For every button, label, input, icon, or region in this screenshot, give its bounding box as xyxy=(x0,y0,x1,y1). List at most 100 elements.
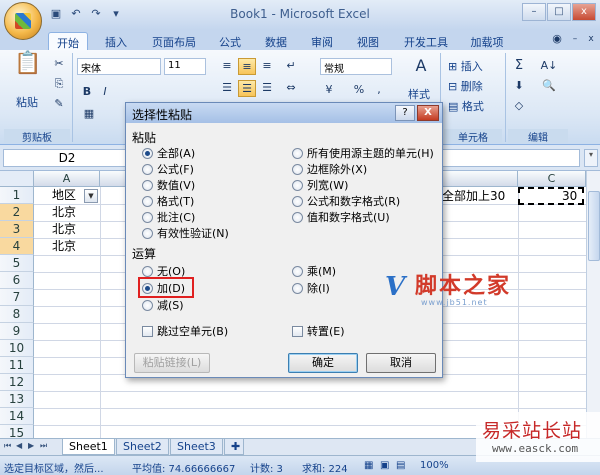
operation-subtract[interactable]: 减(S) xyxy=(142,298,184,312)
row-header[interactable]: 14 xyxy=(0,408,34,425)
row-header[interactable]: 10 xyxy=(0,340,34,357)
styles-button[interactable]: 样式 xyxy=(408,86,430,102)
tab-home[interactable]: 开始 xyxy=(48,32,88,50)
format-cells-button[interactable]: ▤ 格式 xyxy=(448,98,484,114)
comma-button[interactable]: , xyxy=(370,82,388,99)
maximize-button[interactable]: □ xyxy=(547,3,571,21)
normal-view-icon[interactable]: ▦ xyxy=(364,460,373,471)
first-sheet-icon[interactable]: ⏮ xyxy=(4,441,11,451)
delete-cells-button[interactable]: ⊟ 删除 xyxy=(448,78,483,94)
styles-icon[interactable]: A xyxy=(410,58,432,80)
paste-link-button[interactable]: 粘贴链接(L) xyxy=(134,353,210,373)
cut-icon[interactable]: ✂ xyxy=(50,56,68,73)
paste-icon[interactable]: 📋 xyxy=(14,53,42,90)
row-header[interactable]: 12 xyxy=(0,374,34,391)
align-middle-icon[interactable]: ≡ xyxy=(238,58,256,75)
sheet-tab-sheet3[interactable]: Sheet3 xyxy=(170,439,223,455)
paste-option-values-numbers[interactable]: 值和数字格式(U) xyxy=(292,210,390,224)
operation-none[interactable]: 无(O) xyxy=(142,264,185,278)
cell-a2[interactable]: 北京 xyxy=(52,204,76,221)
sheet-tab-sheet2[interactable]: Sheet2 xyxy=(116,439,169,455)
align-top-icon[interactable]: ≡ xyxy=(218,58,236,75)
row-header[interactable]: 4 xyxy=(0,238,34,255)
dialog-help-button[interactable]: ? xyxy=(395,105,415,121)
tab-page-layout[interactable]: 页面布局 xyxy=(144,32,204,50)
row-header[interactable]: 8 xyxy=(0,306,34,323)
row-header[interactable]: 2 xyxy=(0,204,34,221)
insert-sheet-icon[interactable]: ✚ xyxy=(224,439,244,455)
find-select-icon[interactable]: 🔍 xyxy=(540,78,558,95)
office-button[interactable] xyxy=(4,2,42,40)
scrollbar-thumb[interactable] xyxy=(588,191,600,261)
font-size-select[interactable]: 11 xyxy=(164,58,206,75)
row-header[interactable]: 5 xyxy=(0,255,34,272)
format-painter-icon[interactable]: ✎ xyxy=(50,96,68,113)
last-sheet-icon[interactable]: ⏭ xyxy=(40,441,47,451)
ribbon-close-icon[interactable]: x xyxy=(582,31,600,48)
insert-cells-button[interactable]: ⊞ 插入 xyxy=(448,58,483,74)
paste-option-formulas-numbers[interactable]: 公式和数字格式(R) xyxy=(292,194,400,208)
cell-a3[interactable]: 北京 xyxy=(52,221,76,238)
row-header[interactable]: 6 xyxy=(0,272,34,289)
paste-option-formulas[interactable]: 公式(F) xyxy=(142,162,194,176)
cell-note[interactable]: 全部加上30 xyxy=(442,188,505,205)
tab-developer[interactable]: 开发工具 xyxy=(396,32,456,50)
sort-filter-icon[interactable]: A↓ xyxy=(540,58,558,75)
cell-a1[interactable]: 地区 xyxy=(52,187,76,204)
prev-sheet-icon[interactable]: ◀ xyxy=(16,441,22,450)
row-header[interactable]: 13 xyxy=(0,391,34,408)
paste-option-no-borders[interactable]: 边框除外(X) xyxy=(292,162,367,176)
row-header[interactable]: 3 xyxy=(0,221,34,238)
column-header-c[interactable]: C xyxy=(518,171,586,187)
align-right-icon[interactable]: ☰ xyxy=(258,80,276,97)
ok-button[interactable]: 确定 xyxy=(288,353,358,373)
operation-divide[interactable]: 除(I) xyxy=(292,281,330,295)
clear-icon[interactable]: ◇ xyxy=(510,98,528,115)
transpose-checkbox[interactable]: 转置(E) xyxy=(292,324,345,338)
cell-c1[interactable]: 30 xyxy=(562,188,577,205)
font-name-select[interactable]: 宋体 xyxy=(77,58,161,75)
cell-a4[interactable]: 北京 xyxy=(52,238,76,255)
column-header-a[interactable]: A xyxy=(34,171,100,187)
currency-icon[interactable]: ¥ xyxy=(320,82,338,99)
row-header[interactable]: 7 xyxy=(0,289,34,306)
bold-icon[interactable]: B xyxy=(78,84,96,101)
italic-icon[interactable]: I xyxy=(96,84,114,101)
close-button[interactable]: x xyxy=(572,3,596,21)
wrap-text-icon[interactable]: ↵ xyxy=(282,58,300,75)
paste-option-column-widths[interactable]: 列宽(W) xyxy=(292,178,348,192)
percent-button[interactable]: % xyxy=(350,82,368,99)
skip-blanks-checkbox[interactable]: 跳过空单元(B) xyxy=(142,324,228,338)
align-left-icon[interactable]: ☰ xyxy=(218,80,236,97)
tab-addins[interactable]: 加载项 xyxy=(462,32,512,50)
number-format-select[interactable]: 常规 xyxy=(320,58,392,75)
minimize-button[interactable]: – xyxy=(522,3,546,21)
align-bottom-icon[interactable]: ≡ xyxy=(258,58,276,75)
row-header[interactable]: 15 xyxy=(0,425,34,438)
merge-center-icon[interactable]: ⇔ xyxy=(282,80,300,97)
copy-icon[interactable]: ⎘ xyxy=(50,76,68,93)
page-layout-view-icon[interactable]: ▣ xyxy=(380,460,389,471)
row-header[interactable]: 11 xyxy=(0,357,34,374)
tab-formulas[interactable]: 公式 xyxy=(210,32,250,50)
vertical-scrollbar[interactable] xyxy=(586,171,600,438)
paste-option-formats[interactable]: 格式(T) xyxy=(142,194,194,208)
cancel-button[interactable]: 取消 xyxy=(366,353,436,373)
paste-option-values[interactable]: 数值(V) xyxy=(142,178,195,192)
row-header[interactable]: 1 xyxy=(0,187,34,204)
dialog-close-button[interactable]: X xyxy=(417,105,439,121)
row-header[interactable]: 9 xyxy=(0,323,34,340)
paste-button[interactable]: 粘贴 xyxy=(16,94,38,110)
next-sheet-icon[interactable]: ▶ xyxy=(28,441,34,450)
borders-icon[interactable]: ▦ xyxy=(80,106,98,123)
autosum-icon[interactable]: Σ xyxy=(510,58,528,75)
align-center-icon[interactable]: ☰ xyxy=(238,80,256,97)
zoom-level[interactable]: 100% xyxy=(420,460,449,471)
page-break-view-icon[interactable]: ▤ xyxy=(396,460,405,471)
sheet-tab-sheet1[interactable]: Sheet1 xyxy=(62,439,115,455)
paste-option-source-theme[interactable]: 所有使用源主题的单元(H) xyxy=(292,146,434,160)
tab-data[interactable]: 数据 xyxy=(256,32,296,50)
fill-icon[interactable]: ⬇ xyxy=(510,78,528,95)
ribbon-help-icon[interactable]: ◉ xyxy=(548,31,566,48)
operation-multiply[interactable]: 乘(M) xyxy=(292,264,336,278)
